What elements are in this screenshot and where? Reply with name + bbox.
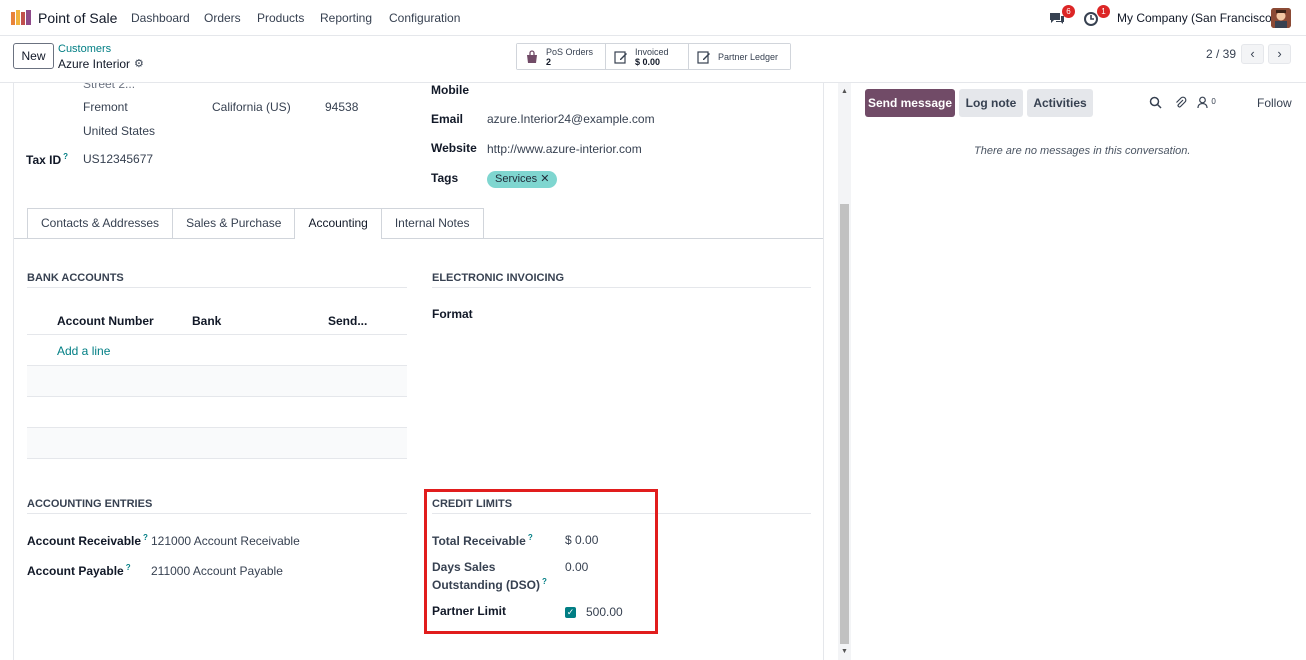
pager-previous-button[interactable]: ‹ (1241, 44, 1264, 64)
remove-tag-icon[interactable]: ✕ (540, 173, 549, 185)
help-icon: ? (63, 152, 69, 161)
pager-value[interactable]: 2 / 39 (1206, 47, 1236, 61)
scroll-up-icon[interactable]: ▲ (841, 88, 848, 95)
section-divider (27, 513, 407, 514)
account-payable-label: Account Payable? (27, 563, 131, 578)
tab-sales-purchase[interactable]: Sales & Purchase (172, 208, 296, 238)
pager-next-button[interactable]: › (1268, 44, 1291, 64)
partner-ledger-button[interactable]: Partner Ledger (689, 44, 790, 69)
email-label: Email (431, 112, 464, 126)
messaging-icon[interactable]: 6 (1048, 5, 1075, 27)
send-message-button[interactable]: Send message (865, 89, 955, 117)
form-sheet: Street 2... Fremont California (US) 9453… (13, 83, 824, 660)
activities-badge: 1 (1097, 5, 1110, 18)
electronic-invoicing-title: ELECTRONIC INVOICING (432, 272, 565, 284)
table-row (27, 428, 407, 458)
city-field[interactable]: Fremont (83, 100, 128, 114)
scroll-down-icon[interactable]: ▼ (841, 648, 848, 655)
user-avatar[interactable] (1271, 8, 1291, 28)
log-note-button[interactable]: Log note (959, 89, 1023, 117)
menu-products[interactable]: Products (257, 11, 304, 25)
messages-badge: 6 (1062, 5, 1075, 18)
invoiced-button[interactable]: Invoiced $ 0.00 (606, 44, 689, 69)
mobile-label: Mobile (431, 83, 469, 97)
column-account-number[interactable]: Account Number (57, 314, 154, 328)
account-receivable-field[interactable]: 121000 Account Receivable (151, 534, 300, 548)
menu-orders[interactable]: Orders (204, 11, 241, 25)
edit-icon (613, 50, 629, 64)
menu-reporting[interactable]: Reporting (320, 11, 372, 25)
breadcrumb-customers[interactable]: Customers (58, 43, 111, 55)
activity-clock-icon[interactable]: 1 (1083, 5, 1110, 27)
tabs-divider (14, 238, 823, 239)
app-name[interactable]: Point of Sale (38, 10, 117, 26)
follow-button[interactable]: Follow (1257, 96, 1292, 110)
format-label: Format (432, 307, 473, 321)
top-navbar: Point of Sale Dashboard Orders Products … (0, 0, 1306, 36)
email-field[interactable]: azure.Interior24@example.com (487, 112, 655, 126)
paperclip-icon[interactable] (1174, 96, 1187, 112)
section-divider (432, 287, 811, 288)
accounting-entries-title: ACCOUNTING ENTRIES (27, 498, 153, 510)
gear-icon[interactable]: ⚙ (134, 57, 144, 70)
website-label: Website (431, 141, 477, 155)
zip-field[interactable]: 94538 (325, 100, 358, 114)
tags-label: Tags (431, 171, 459, 185)
tab-internal-notes[interactable]: Internal Notes (380, 208, 484, 238)
bank-accounts-title: BANK ACCOUNTS (27, 272, 124, 284)
pos-app-icon[interactable] (11, 10, 31, 25)
notebook-tabs: Contacts & Addresses Sales & Purchase Ac… (27, 208, 484, 239)
column-bank[interactable]: Bank (192, 314, 221, 328)
help-icon: ? (143, 533, 148, 542)
credit-limits-highlight (424, 489, 658, 634)
section-divider (27, 287, 407, 288)
followers-count: 0 (1211, 97, 1216, 106)
company-switcher[interactable]: My Company (San Francisco) (1117, 11, 1276, 25)
tag-services[interactable]: Services ✕ (487, 171, 558, 188)
tax-id-label: Tax ID? (26, 152, 69, 167)
table-header-divider (27, 334, 407, 335)
activities-button[interactable]: Activities (1027, 89, 1093, 117)
column-send[interactable]: Send... (328, 314, 367, 328)
tax-id-field[interactable]: US12345677 (83, 152, 153, 166)
tab-contacts-addresses[interactable]: Contacts & Addresses (27, 208, 174, 238)
edit-icon (696, 50, 712, 64)
shopping-bag-icon (524, 49, 540, 64)
followers-icon[interactable]: 0 (1197, 96, 1216, 112)
tab-accounting[interactable]: Accounting (294, 208, 382, 239)
add-a-line-link[interactable]: Add a line (57, 344, 110, 358)
website-field[interactable]: http://www.azure-interior.com (487, 142, 642, 156)
new-button[interactable]: New (13, 43, 54, 69)
state-field[interactable]: California (US) (212, 100, 291, 114)
account-receivable-label: Account Receivable? (27, 533, 148, 548)
row-divider (27, 396, 407, 397)
table-row (27, 366, 407, 396)
account-payable-field[interactable]: 211000 Account Payable (151, 564, 283, 578)
country-field[interactable]: United States (83, 124, 155, 138)
menu-dashboard[interactable]: Dashboard (131, 11, 190, 25)
breadcrumb-current: Azure Interior (58, 57, 131, 71)
no-messages-text: There are no messages in this conversati… (974, 145, 1191, 157)
menu-configuration[interactable]: Configuration (389, 11, 460, 25)
street2-field[interactable]: Street 2... (83, 83, 135, 91)
help-icon: ? (125, 563, 131, 572)
scrollbar-thumb[interactable] (840, 204, 849, 644)
smart-button-bar: PoS Orders 2 Invoiced $ 0.00 Partner Ledge… (516, 43, 791, 70)
pos-orders-button[interactable]: PoS Orders 2 (517, 44, 606, 69)
search-icon[interactable] (1149, 96, 1162, 112)
row-divider (27, 458, 407, 459)
